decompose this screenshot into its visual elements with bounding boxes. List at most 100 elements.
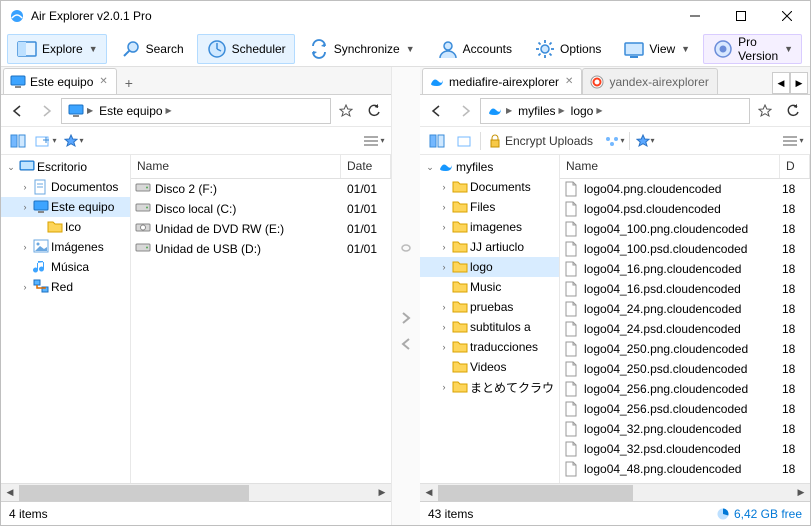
list-item[interactable]: logo04_100.psd.cloudencoded18 — [560, 239, 810, 259]
right-hscroll[interactable]: ◀ ▶ — [420, 483, 810, 501]
right-list-header[interactable]: Name D — [560, 155, 810, 179]
sync-button[interactable]: Synchronize▼ — [299, 34, 424, 64]
path-segment[interactable]: Este equipo▶ — [97, 104, 174, 118]
tab-yandex-airexplorer[interactable]: yandex-airexplorer — [582, 68, 717, 94]
tree-item[interactable]: ›Documents — [420, 177, 559, 197]
list-item[interactable]: logo04.png.cloudencoded18 — [560, 179, 810, 199]
expand-icon[interactable]: › — [19, 202, 31, 212]
path-segment[interactable]: ▶ — [66, 103, 95, 119]
scroll-left-icon[interactable]: ◀ — [420, 485, 438, 501]
col-date[interactable]: D — [780, 155, 810, 178]
expand-icon[interactable]: › — [19, 182, 31, 192]
list-item[interactable]: logo04_16.psd.cloudencoded18 — [560, 279, 810, 299]
expand-icon[interactable]: › — [438, 262, 450, 272]
list-item[interactable]: logo04_32.psd.cloudencoded18 — [560, 439, 810, 459]
col-name[interactable]: Name — [131, 155, 341, 178]
list-item[interactable]: Unidad de DVD RW (E:)01/01 — [131, 219, 391, 239]
favorite-button[interactable] — [752, 98, 778, 124]
tree-item[interactable]: ›Red — [1, 277, 130, 297]
tree-item[interactable]: ›subtitulos a — [420, 317, 559, 337]
search-button[interactable]: Search — [111, 34, 193, 64]
pro-button[interactable]: Pro Version▼ — [703, 34, 802, 64]
favorites-button[interactable]: ▾ — [61, 129, 87, 153]
left-path[interactable]: ▶Este equipo▶ — [61, 98, 331, 124]
favorite-button[interactable] — [333, 98, 359, 124]
expand-icon[interactable]: › — [438, 382, 450, 392]
tab-scroll-right[interactable]: ▶ — [790, 72, 808, 94]
tree-item[interactable]: ›Este equipo — [1, 197, 130, 217]
tree-item[interactable]: ⌄Escritorio — [1, 157, 130, 177]
list-item[interactable]: logo04_256.psd.cloudencoded18 — [560, 399, 810, 419]
refresh-button[interactable] — [361, 98, 387, 124]
scroll-right-icon[interactable]: ▶ — [792, 485, 810, 501]
maximize-button[interactable] — [718, 1, 764, 31]
tree-item[interactable]: ›Files — [420, 197, 559, 217]
link-panes-button[interactable] — [395, 237, 417, 259]
pane-layout-button[interactable] — [5, 129, 31, 153]
list-item[interactable]: Disco 2 (F:)01/01 — [131, 179, 391, 199]
tab-mediafire-airexplorer[interactable]: mediafire-airexplorer✕ — [422, 68, 582, 94]
tab-scroll-left[interactable]: ◀ — [772, 72, 790, 94]
copy-left-button[interactable] — [395, 333, 417, 355]
right-path[interactable]: ▶myfiles▶logo▶ — [480, 98, 750, 124]
tree-item[interactable]: Videos — [420, 357, 559, 377]
scheduler-button[interactable]: Scheduler — [197, 34, 295, 64]
forward-button[interactable] — [452, 98, 478, 124]
list-item[interactable]: logo04_16.png.cloudencoded18 — [560, 259, 810, 279]
encrypt-toggle[interactable]: Encrypt Uploads — [483, 134, 599, 148]
minimize-button[interactable] — [672, 1, 718, 31]
new-folder-button[interactable]: ▾ — [33, 129, 59, 153]
right-tree[interactable]: ⌄myfiles›Documents›Files›imagenes›JJ art… — [420, 155, 560, 483]
list-item[interactable]: Disco local (C:)01/01 — [131, 199, 391, 219]
tree-item[interactable]: ›まとめてクラウ — [420, 377, 559, 397]
list-item[interactable]: logo04_48.png.cloudencoded18 — [560, 459, 810, 479]
pane-layout-button[interactable] — [424, 129, 450, 153]
options-button[interactable]: Options — [525, 34, 610, 64]
tree-item[interactable]: Ico — [1, 217, 130, 237]
view-mode-button[interactable]: ▾ — [361, 129, 387, 153]
list-item[interactable]: logo04_250.psd.cloudencoded18 — [560, 359, 810, 379]
expand-icon[interactable]: › — [438, 242, 450, 252]
tree-item[interactable]: ›pruebas — [420, 297, 559, 317]
view-button[interactable]: View▼ — [614, 34, 699, 64]
tree-item[interactable]: ›imagenes — [420, 217, 559, 237]
expand-icon[interactable]: ⌄ — [424, 162, 436, 173]
expand-icon[interactable]: › — [438, 302, 450, 312]
copy-right-button[interactable] — [395, 307, 417, 329]
list-item[interactable]: logo04_32.png.cloudencoded18 — [560, 419, 810, 439]
tab-Este-equipo[interactable]: Este equipo✕ — [3, 68, 117, 94]
list-item[interactable]: logo04_24.psd.cloudencoded18 — [560, 319, 810, 339]
list-item[interactable]: logo04_256.png.cloudencoded18 — [560, 379, 810, 399]
expand-icon[interactable]: › — [19, 282, 31, 292]
list-item[interactable]: logo04.psd.cloudencoded18 — [560, 199, 810, 219]
close-button[interactable] — [764, 1, 810, 31]
tree-item[interactable]: ›logo — [420, 257, 559, 277]
expand-icon[interactable]: › — [438, 322, 450, 332]
path-segment[interactable]: logo▶ — [569, 104, 605, 118]
scroll-right-icon[interactable]: ▶ — [373, 485, 391, 501]
path-segment[interactable]: myfiles▶ — [516, 104, 567, 118]
tree-item[interactable]: ›JJ artiuclo — [420, 237, 559, 257]
tree-item[interactable]: ⌄myfiles — [420, 157, 559, 177]
tree-item[interactable]: Música — [1, 257, 130, 277]
accounts-button[interactable]: Accounts — [428, 34, 521, 64]
close-tab-icon[interactable]: ✕ — [99, 76, 107, 87]
expand-icon[interactable]: › — [19, 242, 31, 252]
col-name[interactable]: Name — [560, 155, 780, 178]
forward-button[interactable] — [33, 98, 59, 124]
expand-icon[interactable]: › — [438, 342, 450, 352]
add-tab-button[interactable]: + — [117, 72, 141, 94]
list-item[interactable]: logo04_100.png.cloudencoded18 — [560, 219, 810, 239]
tree-item[interactable]: ›Imágenes — [1, 237, 130, 257]
scroll-left-icon[interactable]: ◀ — [1, 485, 19, 501]
left-tree[interactable]: ⌄Escritorio›Documentos›Este equipoIco›Im… — [1, 155, 131, 483]
tree-item[interactable]: ›Documentos — [1, 177, 130, 197]
left-list-header[interactable]: Name Date — [131, 155, 391, 179]
list-item[interactable]: logo04_250.png.cloudencoded18 — [560, 339, 810, 359]
expand-icon[interactable]: › — [438, 222, 450, 232]
tree-item[interactable]: Music — [420, 277, 559, 297]
encrypt-options-button[interactable]: ▾ — [601, 129, 627, 153]
view-mode-button[interactable]: ▾ — [780, 129, 806, 153]
refresh-button[interactable] — [780, 98, 806, 124]
left-list[interactable]: Disco 2 (F:)01/01Disco local (C:)01/01Un… — [131, 179, 391, 483]
